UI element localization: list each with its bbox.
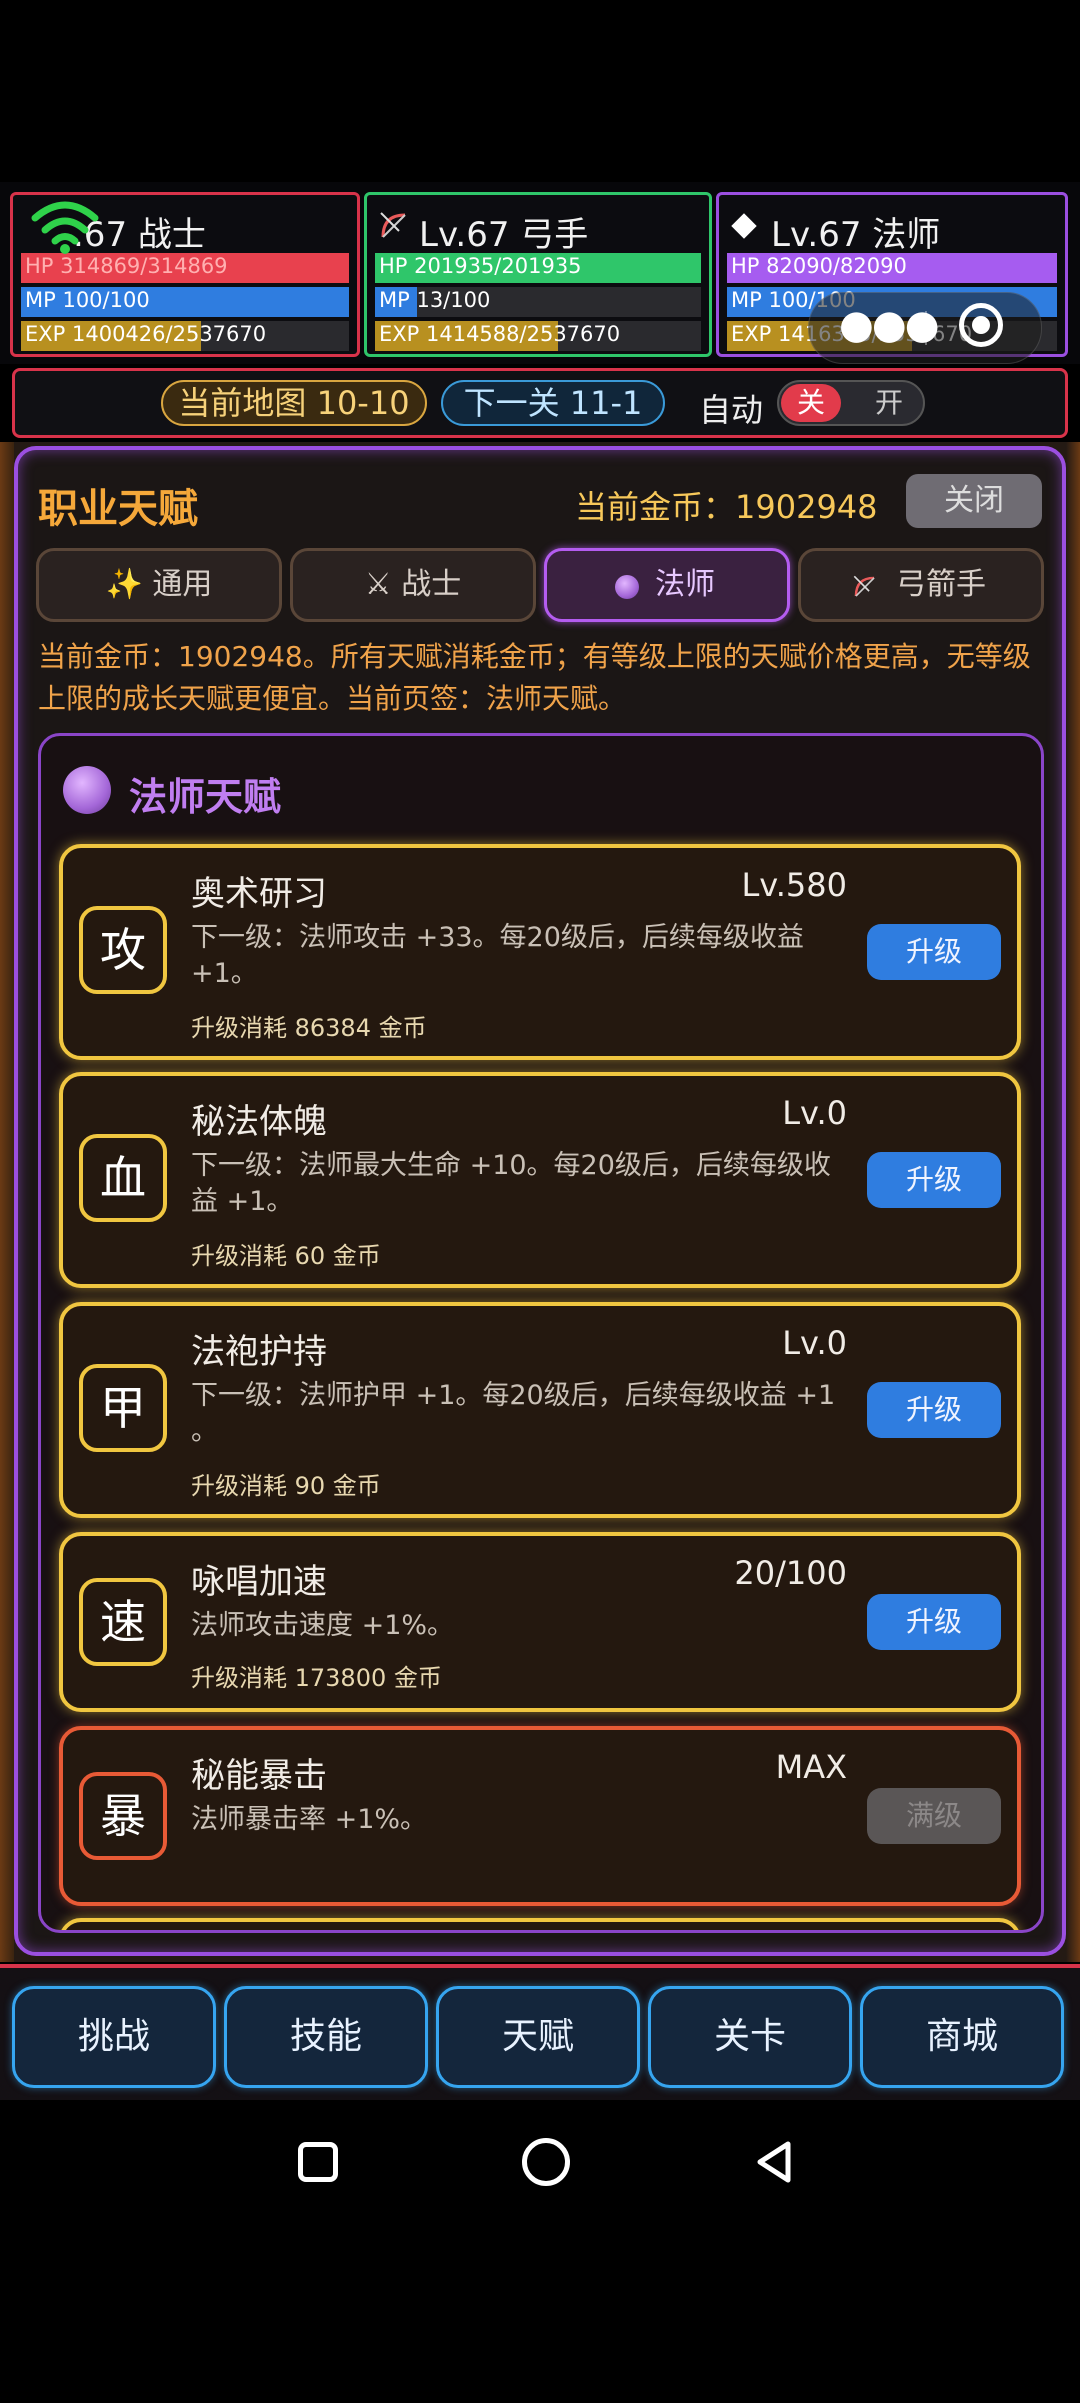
- attack-icon: 攻: [79, 906, 167, 994]
- talent-card: 攻 奥术研习 Lv.580 下一级：法师攻击 +33。每20级后，后续每级收益 …: [59, 844, 1021, 1060]
- auto-off-option[interactable]: 关: [781, 384, 841, 422]
- upgrade-button[interactable]: 升级: [867, 1594, 1001, 1650]
- mp-text: MP 100/100: [25, 288, 150, 312]
- crystal-ball-icon: [63, 766, 111, 814]
- upgrade-button[interactable]: 升级: [867, 924, 1001, 980]
- map-status-bar: 当前地图 10-10 下一关 11-1 自动 关 开: [12, 368, 1068, 438]
- miniapp-capsule[interactable]: ●●●: [808, 292, 1042, 364]
- hp-bar: HP 82090/82090: [727, 253, 1057, 283]
- talent-name: 秘能暴击: [191, 1756, 327, 1796]
- next-stage-pill[interactable]: 下一关 11-1: [441, 380, 665, 426]
- tab-mage[interactable]: 法师: [544, 548, 790, 622]
- talent-cost: 升级消耗 90 金币: [191, 1472, 381, 1500]
- talent-description: 当前金币：1902948。所有天赋消耗金币；有等级上限的天赋价格更高，无等级上限…: [38, 640, 1031, 715]
- nav-shop[interactable]: 商城: [860, 1986, 1064, 2088]
- diamond-icon: [731, 213, 757, 239]
- talent-cost: 升级消耗 60 金币: [191, 1242, 381, 1270]
- system-nav-bar: [0, 2100, 1080, 2220]
- talent-card: 血 秘法体魄 Lv.0 下一级：法师最大生命 +10。每20级后，后续每级收益 …: [59, 1072, 1021, 1288]
- mp-text: MP 13/100: [379, 288, 491, 312]
- maxed-button: 满级: [867, 1788, 1001, 1844]
- talent-name: 秘法体魄: [191, 1102, 327, 1142]
- tab-warrior[interactable]: ⚔ 战士: [290, 548, 536, 622]
- home-icon[interactable]: [522, 2138, 570, 2186]
- mage-talent-section[interactable]: 法师天赋 攻 奥术研习 Lv.580 下一级：法师攻击 +33。每20级后，后续…: [38, 733, 1044, 1933]
- talent-card: 暴 秘能暴击 MAX 法师暴击率 +1%。 满级: [59, 1726, 1021, 1906]
- talent-desc: 下一级：法师护甲 +1。每20级后，后续每级收益 +1 。: [191, 1380, 836, 1447]
- upgrade-button[interactable]: 升级: [867, 1152, 1001, 1208]
- talent-level: Lv.0: [782, 1094, 847, 1132]
- hp-bar: HP 201935/201935: [375, 253, 701, 283]
- bow-icon: [853, 575, 875, 597]
- nav-stages[interactable]: 关卡: [648, 1986, 852, 2088]
- talent-desc: 下一级：法师最大生命 +10。每20级后，后续每级收益 +1。: [191, 1150, 831, 1217]
- exp-bar: EXP 1414588/2537670: [375, 321, 701, 351]
- nav-challenge[interactable]: 挑战: [12, 1986, 216, 2088]
- section-title: 法师天赋: [129, 775, 282, 819]
- party-name: Lv.67 弓手: [419, 215, 589, 255]
- tab-general[interactable]: ✨ 通用: [36, 548, 282, 622]
- recents-icon[interactable]: [298, 2142, 338, 2182]
- mp-bar: MP 13/100: [375, 287, 701, 317]
- talent-card-partial: [59, 1918, 1021, 1930]
- bow-icon: [380, 212, 406, 238]
- crit-icon: 暴: [79, 1772, 167, 1860]
- talent-card: 速 咏唱加速 20/100 法师攻击速度 +1%。 升级消耗 173800 金币…: [59, 1532, 1021, 1712]
- talent-desc: 法师攻击速度 +1%。: [191, 1610, 455, 1641]
- talent-desc: 法师暴击率 +1%。: [191, 1804, 428, 1835]
- talent-desc: 下一级：法师攻击 +33。每20级后，后续每级收益 +1。: [191, 922, 804, 989]
- hp-text: HP 82090/82090: [731, 254, 907, 278]
- health-icon: 血: [79, 1134, 167, 1222]
- talent-card: 甲 法袍护持 Lv.0 下一级：法师护甲 +1。每20级后，后续每级收益 +1 …: [59, 1302, 1021, 1518]
- exp-bar: EXP 1400426/2537670: [21, 321, 349, 351]
- auto-label: 自动: [699, 391, 764, 429]
- close-button[interactable]: 关闭: [906, 474, 1042, 528]
- speed-icon: 速: [79, 1578, 167, 1666]
- auto-on-option[interactable]: 开: [859, 384, 919, 422]
- talent-level: MAX: [775, 1748, 847, 1786]
- upgrade-button[interactable]: 升级: [867, 1382, 1001, 1438]
- tab-archer[interactable]: 弓箭手: [798, 548, 1044, 622]
- current-map-pill[interactable]: 当前地图 10-10: [161, 380, 427, 426]
- hp-text: HP 314869/314869: [25, 254, 228, 278]
- armor-icon: 甲: [79, 1364, 167, 1452]
- tab-mage-label: 法师: [655, 567, 715, 602]
- talent-name: 法袍护持: [191, 1332, 327, 1372]
- nav-skills[interactable]: 技能: [224, 1986, 428, 2088]
- talent-level: 20/100: [734, 1554, 847, 1592]
- crystal-ball-icon: [615, 575, 639, 599]
- talent-cost: 升级消耗 173800 金币: [191, 1664, 442, 1692]
- back-icon[interactable]: [752, 2138, 796, 2186]
- exp-text: EXP 1400426/2537670: [25, 322, 267, 346]
- capsule-divider: [925, 311, 927, 345]
- close-target-icon[interactable]: [959, 303, 1003, 347]
- mp-bar: MP 100/100: [21, 287, 349, 317]
- talent-cost: 升级消耗 86384 金币: [191, 1014, 427, 1042]
- talent-level: Lv.580: [741, 866, 847, 904]
- hp-text: HP 201935/201935: [379, 254, 582, 278]
- panel-title: 职业天赋: [38, 486, 198, 532]
- exp-text: EXP 1414588/2537670: [379, 322, 621, 346]
- auto-toggle[interactable]: 关 开: [777, 380, 925, 426]
- hp-bar: HP 314869/314869: [21, 253, 349, 283]
- talent-name: 咏唱加速: [191, 1562, 327, 1602]
- party-name: Lv.67 法师: [771, 215, 941, 255]
- party-card-archer[interactable]: Lv.67 弓手 HP 201935/201935 MP 13/100 EXP …: [364, 192, 712, 357]
- wifi-icon: [31, 201, 99, 254]
- gold-display: 当前金币：1902948: [575, 488, 878, 526]
- talent-level: Lv.0: [782, 1324, 847, 1362]
- tab-archer-label: 弓箭手: [896, 567, 986, 602]
- more-icon[interactable]: ●●●: [839, 305, 940, 345]
- nav-talents[interactable]: 天赋: [436, 1986, 640, 2088]
- talent-name: 奥术研习: [191, 874, 327, 914]
